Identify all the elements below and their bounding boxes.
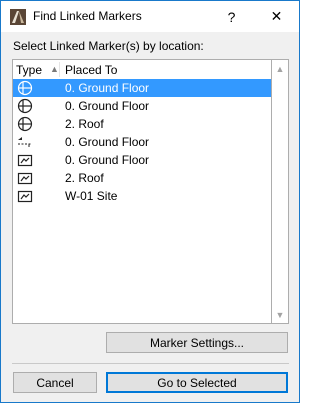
column-header-placed-to[interactable]: Placed To bbox=[65, 63, 117, 77]
list-item[interactable]: 0. Ground Floor bbox=[13, 133, 271, 151]
list-rows: 0. Ground Floor 0. Ground Floor 2. Roof … bbox=[13, 79, 271, 205]
list-item[interactable]: 2. Roof bbox=[13, 115, 271, 133]
sort-ascending-icon: ▲ bbox=[50, 64, 59, 74]
section-marker-icon bbox=[17, 80, 33, 96]
elevation-marker-icon bbox=[17, 134, 33, 150]
placed-to-label: W-01 Site bbox=[65, 189, 118, 203]
column-divider[interactable] bbox=[59, 62, 60, 77]
section-marker-icon bbox=[17, 116, 33, 132]
scroll-up-arrow-icon[interactable]: ▲ bbox=[272, 60, 288, 77]
marker-settings-button[interactable]: Marker Settings... bbox=[106, 332, 288, 353]
column-header-type[interactable]: Type bbox=[16, 63, 42, 77]
section-marker-icon bbox=[17, 98, 33, 114]
placed-to-label: 0. Ground Floor bbox=[65, 135, 150, 149]
prompt-label: Select Linked Marker(s) by location: bbox=[13, 39, 204, 53]
button-divider bbox=[12, 363, 289, 364]
close-button[interactable]: ✕ bbox=[254, 1, 299, 32]
title-bar[interactable]: Find Linked Markers ? ✕ bbox=[1, 1, 299, 32]
help-button[interactable]: ? bbox=[209, 1, 254, 32]
worksheet-marker-icon bbox=[17, 152, 33, 168]
list-item[interactable]: 0. Ground Floor bbox=[13, 151, 271, 169]
list-scrollbar[interactable]: ▲ ▼ bbox=[272, 59, 289, 324]
list-item[interactable]: 0. Ground Floor bbox=[13, 97, 271, 115]
worksheet-marker-icon bbox=[17, 188, 33, 204]
go-to-selected-button[interactable]: Go to Selected bbox=[106, 372, 288, 393]
window-title: Find Linked Markers bbox=[33, 9, 142, 23]
app-icon bbox=[10, 9, 26, 25]
placed-to-label: 2. Roof bbox=[65, 171, 104, 185]
list-item[interactable]: W-01 Site bbox=[13, 187, 271, 205]
list-item[interactable]: 2. Roof bbox=[13, 169, 271, 187]
cancel-button[interactable]: Cancel bbox=[13, 372, 97, 393]
placed-to-label: 0. Ground Floor bbox=[65, 99, 150, 113]
list-header: Type ▲ Placed To bbox=[13, 60, 271, 79]
placed-to-label: 2. Roof bbox=[65, 117, 104, 131]
find-linked-markers-dialog: Find Linked Markers ? ✕ Select Linked Ma… bbox=[0, 0, 300, 403]
placed-to-label: 0. Ground Floor bbox=[65, 81, 150, 95]
list-item[interactable]: 0. Ground Floor bbox=[13, 79, 271, 97]
linked-markers-list[interactable]: Type ▲ Placed To 0. Ground Floor 0. Grou… bbox=[12, 59, 272, 324]
worksheet-marker-icon bbox=[17, 170, 33, 186]
placed-to-label: 0. Ground Floor bbox=[65, 153, 150, 167]
scroll-down-arrow-icon[interactable]: ▼ bbox=[272, 306, 288, 323]
